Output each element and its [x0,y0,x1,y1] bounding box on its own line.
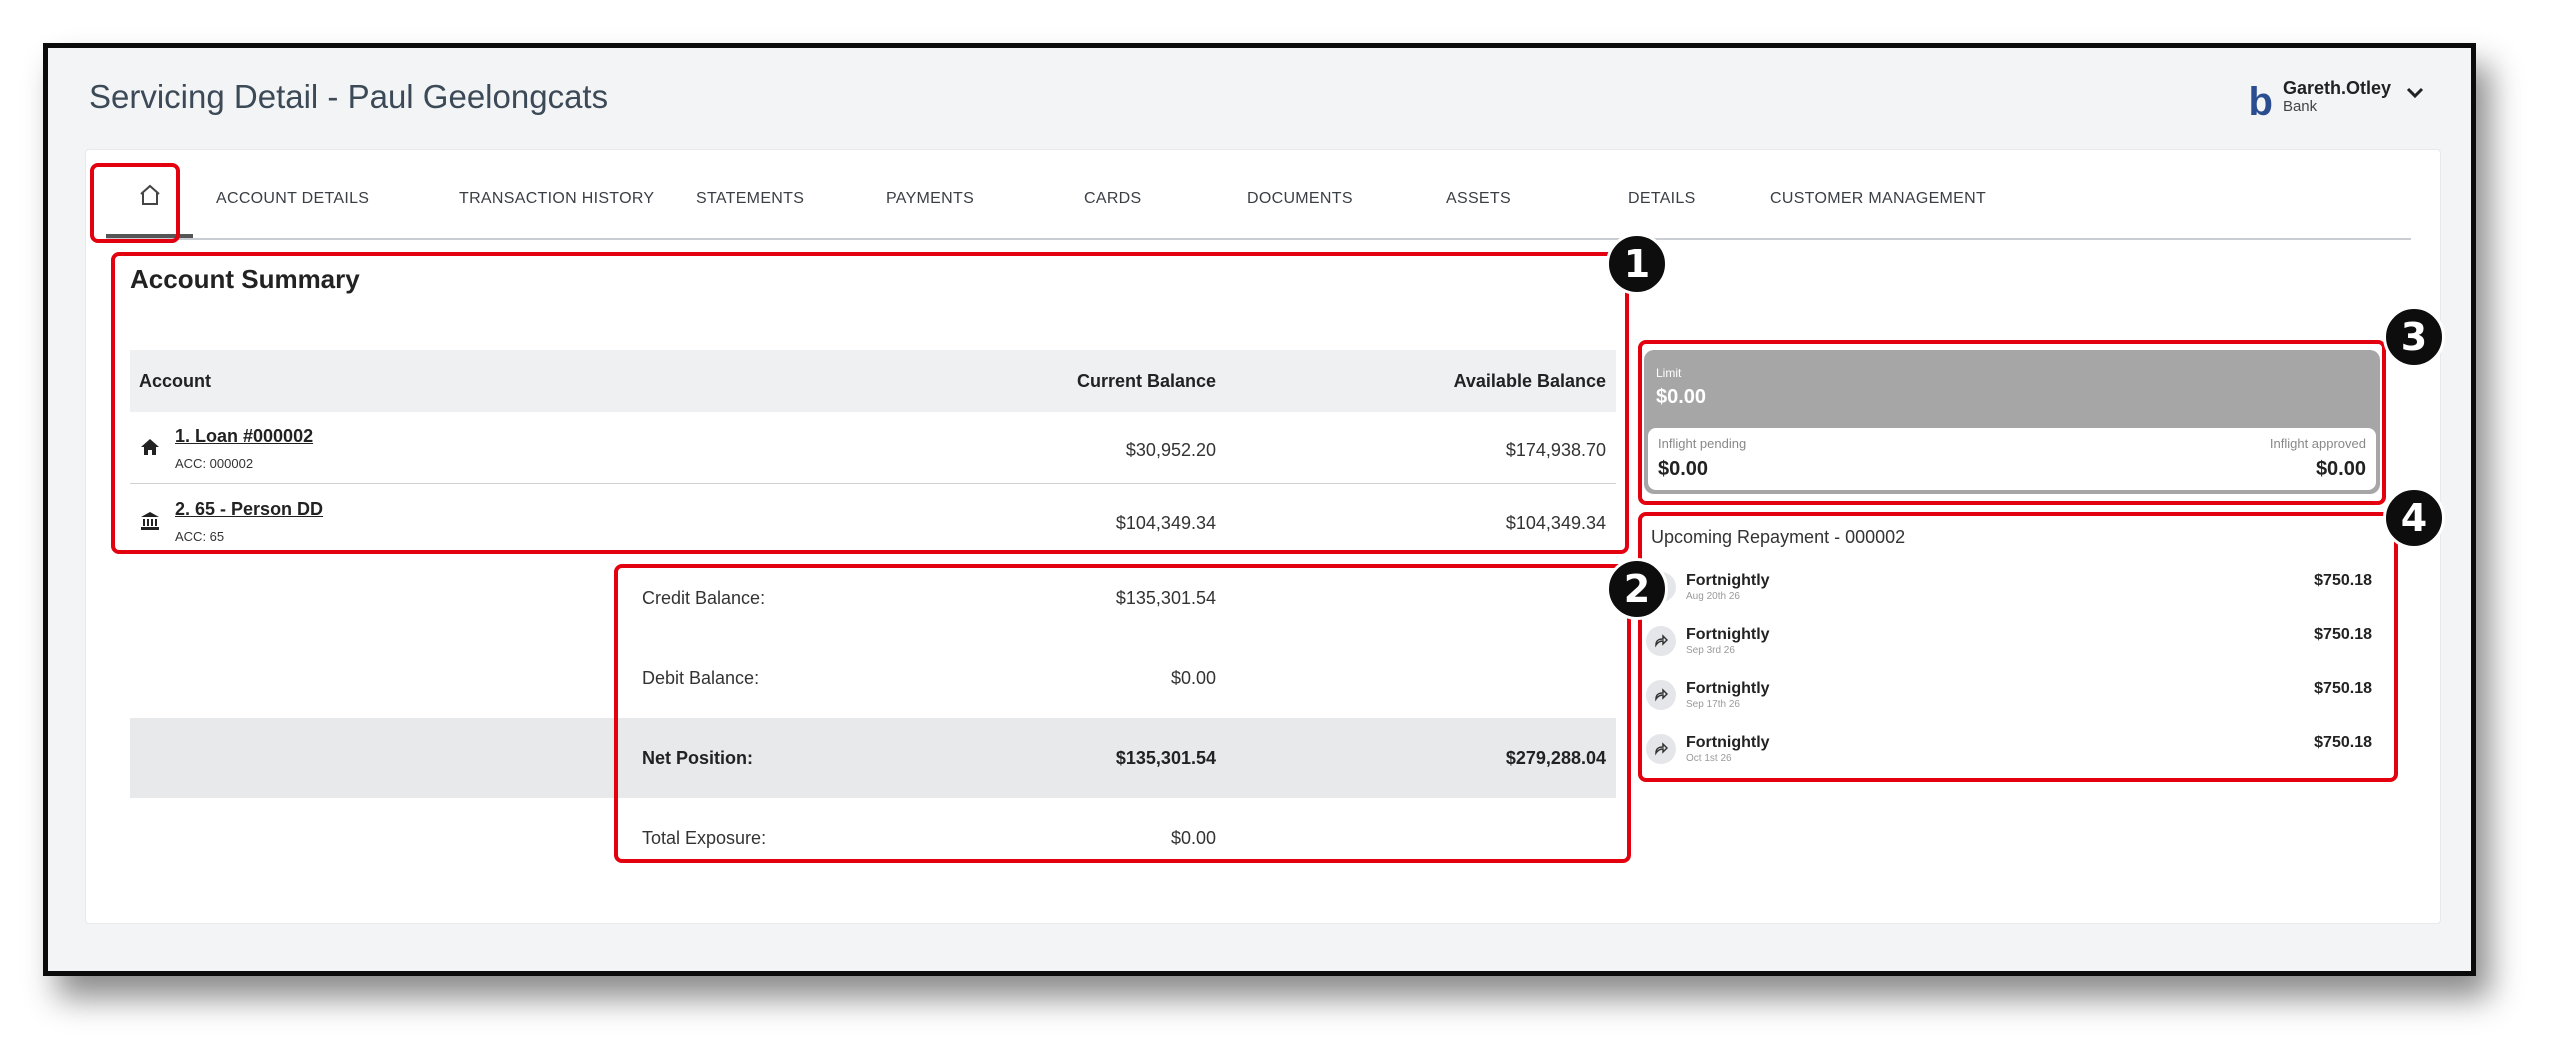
highlight-limit [1638,340,2386,505]
tab-documents[interactable]: DOCUMENTS [1247,160,1353,238]
bank-logo: b [2248,80,2273,124]
user-menu[interactable]: b Gareth.Otley Bank [2249,78,2425,122]
tab-assets[interactable]: ASSETS [1446,160,1511,238]
annotation-badge-2: 2 [1606,558,1668,620]
highlight-repayments [1638,512,2398,782]
tab-account-details[interactable]: ACCOUNT DETAILS [216,160,369,238]
highlight-home-tab [90,163,180,243]
tab-bar: ACCOUNT DETAILS TRANSACTION HISTORY STAT… [106,160,2411,240]
annotation-badge-1: 1 [1606,233,1668,295]
highlight-account-summary [111,252,1629,554]
tab-details[interactable]: DETAILS [1628,160,1696,238]
page-title: Servicing Detail - Paul Geelongcats [89,78,609,115]
chevron-down-icon[interactable] [2405,86,2425,105]
highlight-balances [614,564,1631,863]
tab-payments[interactable]: PAYMENTS [886,160,974,238]
tab-cards[interactable]: CARDS [1084,160,1142,238]
tab-customer-management[interactable]: CUSTOMER MANAGEMENT [1770,160,1986,238]
annotation-badge-3: 3 [2383,306,2445,368]
user-role: Bank [2282,98,2318,115]
annotation-badge-4: 4 [2383,487,2445,549]
tab-transaction-history[interactable]: TRANSACTION HISTORY [459,160,654,238]
tab-statements[interactable]: STATEMENTS [696,160,804,238]
user-name: Gareth.Otley [2282,78,2391,98]
